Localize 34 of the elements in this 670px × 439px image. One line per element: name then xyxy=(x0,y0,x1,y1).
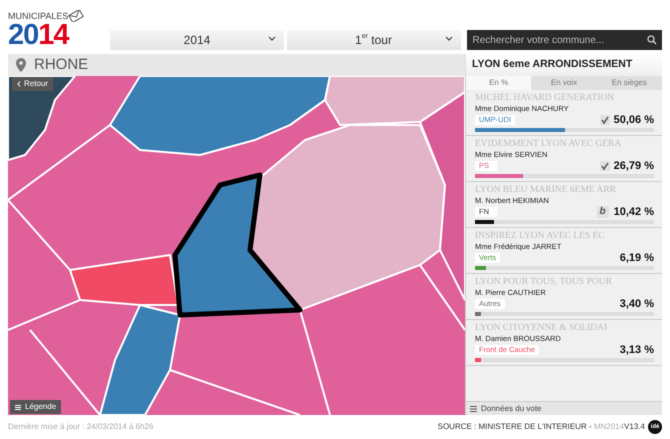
back-button[interactable]: Retour xyxy=(12,77,54,91)
source-text: SOURCE : MINISTERE DE L'INTERIEUR - xyxy=(438,421,593,433)
percent-value: 3,13 % xyxy=(620,342,654,358)
commune-title: LYON 6eme ARRONDISSEMENT xyxy=(465,54,662,76)
region-name: RHONE xyxy=(34,54,88,75)
menu-icon xyxy=(470,406,477,412)
check-icon xyxy=(600,161,610,171)
location-pin-icon xyxy=(16,58,26,72)
search-icon[interactable] xyxy=(647,35,657,45)
dropdown[interactable]: 2014 xyxy=(110,30,284,50)
percent-value: 6,19 % xyxy=(620,250,654,266)
version-text: V13.4 xyxy=(624,421,645,433)
percent-value: 10,42 % xyxy=(614,204,654,220)
percent-value: 3,40 % xyxy=(620,296,654,312)
dropdown[interactable]: 1$^{er}$ tour xyxy=(286,30,460,50)
menu-icon xyxy=(15,404,21,410)
check-icon xyxy=(600,115,610,125)
vote-data-label[interactable]: Données du vote xyxy=(481,402,542,414)
vote-data-bar[interactable]: Données du vote xyxy=(466,401,662,415)
percent-value: 50,06 % xyxy=(614,112,654,128)
legend-button[interactable]: Légende xyxy=(10,400,62,414)
last-update-text: Dernière mise à jour : 24/03/2014 à 6h26 xyxy=(8,421,154,433)
search-field[interactable]: Rechercher votre commune... xyxy=(466,30,662,50)
logo-year: 2014 xyxy=(8,22,70,50)
app-code: MN2014 xyxy=(594,421,624,433)
percent-value: 26,79 % xyxy=(614,158,654,174)
chevron-left-icon xyxy=(17,80,21,87)
runoff-mark: b xyxy=(596,206,609,218)
tab[interactable]: En % xyxy=(466,76,532,90)
caret-icon xyxy=(444,36,452,41)
electoral-map[interactable] xyxy=(8,76,465,415)
logo-title: MUNICIPALES xyxy=(8,12,68,21)
envelope-icon xyxy=(68,10,84,22)
caret-icon xyxy=(268,36,276,41)
